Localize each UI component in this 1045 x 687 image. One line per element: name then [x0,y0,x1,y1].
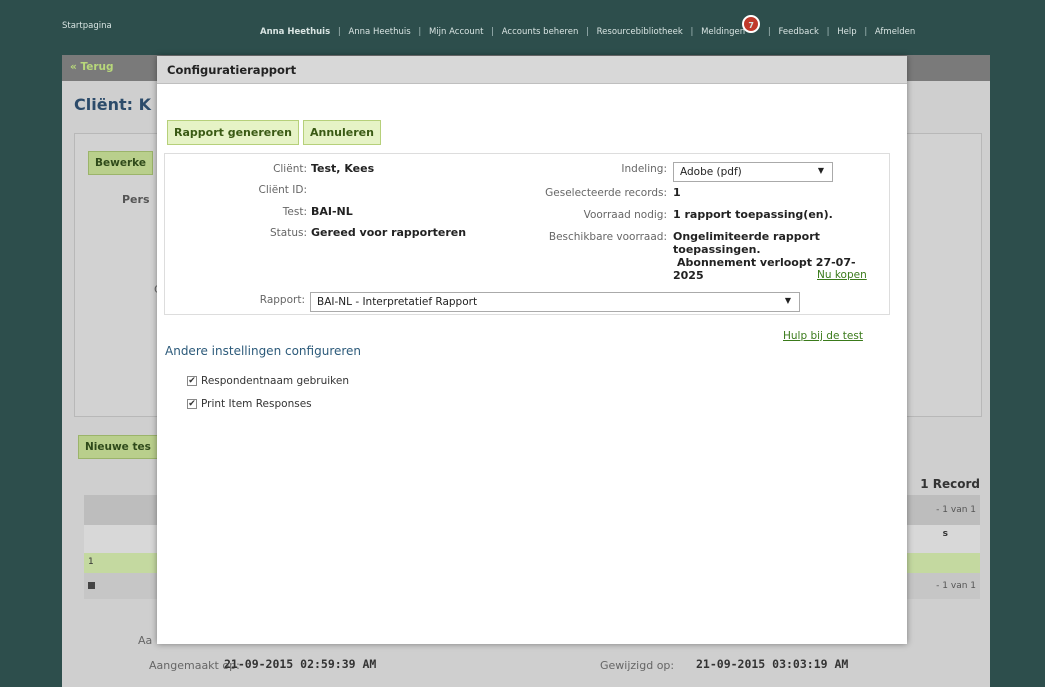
nav-link-resource-library[interactable]: Resourcebibliotheek [597,27,683,37]
status-value: Gereed voor rapporteren [311,226,467,239]
separator: | [690,27,694,37]
stock-available-line3: Abonnement verloopt 27-07- [677,256,856,269]
test-value: BAI-NL [311,205,353,218]
nav-link-notifications[interactable]: Meldingen [701,27,745,37]
stock-needed-value: 1 rapport toepassing(en). [673,208,833,221]
user-name: Anna Heethuis [260,27,331,37]
nav-link-logout[interactable]: Afmelden [875,27,915,37]
created-by-label: Aa [138,634,153,647]
pers-label: Pers [122,193,150,206]
chevron-down-icon: ▼ [817,166,824,175]
grid-footer-icon[interactable] [88,582,95,589]
chevron-down-icon: ▼ [784,296,791,305]
stock-needed-label: Voorraad nodig: [583,209,667,221]
cancel-button[interactable]: Annuleren [303,120,381,145]
stock-available-line2: toepassingen. [673,243,761,256]
status-label: Status: [270,227,307,239]
checkbox-checked[interactable]: ✔ [187,399,197,409]
report-select-value: BAI-NL - Interpretatief Rapport [317,296,478,308]
format-select-value: Adobe (pdf) [680,166,742,178]
test-label: Test: [282,206,307,218]
home-link[interactable]: Startpagina [62,21,112,31]
report-info-box: Cliënt: Test, Kees Cliënt ID: Test: BAI-… [164,153,890,315]
option-print-item-responses[interactable]: ✔ Print Item Responses [187,398,312,410]
separator: | [418,27,422,37]
stock-available-line4: 2025 [673,269,704,282]
modified-on-value: 21-09-2015 03:03:19 AM [696,657,849,671]
column-header-fragment: s [942,529,948,539]
separator: | [491,27,495,37]
client-label: Cliënt: [273,163,307,175]
report-select[interactable]: BAI-NL - Interpretatief Rapport ▼ [310,292,800,312]
modified-on-label: Gewijzigd op: [600,659,675,672]
stock-available-label: Beschikbare voorraad: [548,231,667,243]
separator: | [864,27,868,37]
format-select[interactable]: Adobe (pdf) ▼ [673,162,833,182]
notification-badge[interactable]: 7 [742,15,761,33]
separator: | [337,27,341,37]
separator: | [767,27,771,37]
record-count: 1 Record [920,477,980,491]
report-label: Rapport: [259,294,305,306]
selected-records-value: 1 [673,186,681,199]
nav-links: Anna Heethuis | Anna Heethuis | Mijn Acc… [260,15,915,39]
option-label: Print Item Responses [201,398,312,410]
checkbox-checked[interactable]: ✔ [187,376,197,386]
test-help-link[interactable]: Hulp bij de test [783,330,863,342]
generate-report-button[interactable]: Rapport genereren [167,120,299,145]
created-on-value: 21-09-2015 02:59:39 AM [224,657,377,671]
separator: | [826,27,830,37]
client-id-label: Cliënt ID: [258,184,307,196]
nav-link-help[interactable]: Help [837,27,856,37]
option-respondent-name[interactable]: ✔ Respondentnaam gebruiken [187,375,349,387]
nav-link-account-name[interactable]: Anna Heethuis [348,27,410,37]
configuration-report-dialog: Configuratierapport Rapport genereren An… [157,56,907,644]
selected-records-label: Geselecteerde records: [545,187,667,199]
option-label: Respondentnaam gebruiken [201,375,349,387]
pagination-bottom: - 1 van 1 [936,581,976,591]
dialog-title: Configuratierapport [157,56,907,84]
separator: | [586,27,589,37]
new-test-button[interactable]: Nieuwe tes [78,435,158,459]
row-number: 1 [88,557,94,567]
other-settings-heading: Andere instellingen configureren [165,344,362,358]
nav-link-feedback[interactable]: Feedback [778,27,818,37]
client-value: Test, Kees [311,162,375,175]
edit-button[interactable]: Bewerke [88,151,153,175]
nav-link-manage-accounts[interactable]: Accounts beheren [502,27,579,37]
top-navigation: Startpagina Anna Heethuis | Anna Heethui… [0,0,1045,38]
nav-link-my-account[interactable]: Mijn Account [429,27,483,37]
format-label: Indeling: [621,163,667,175]
back-link[interactable]: « Terug [70,61,114,73]
buy-now-link[interactable]: Nu kopen [817,269,867,281]
page-title: Cliënt: K [74,95,151,114]
stock-available-line1: Ongelimiteerde rapport [673,230,820,243]
pagination-top: - 1 van 1 [936,505,976,515]
